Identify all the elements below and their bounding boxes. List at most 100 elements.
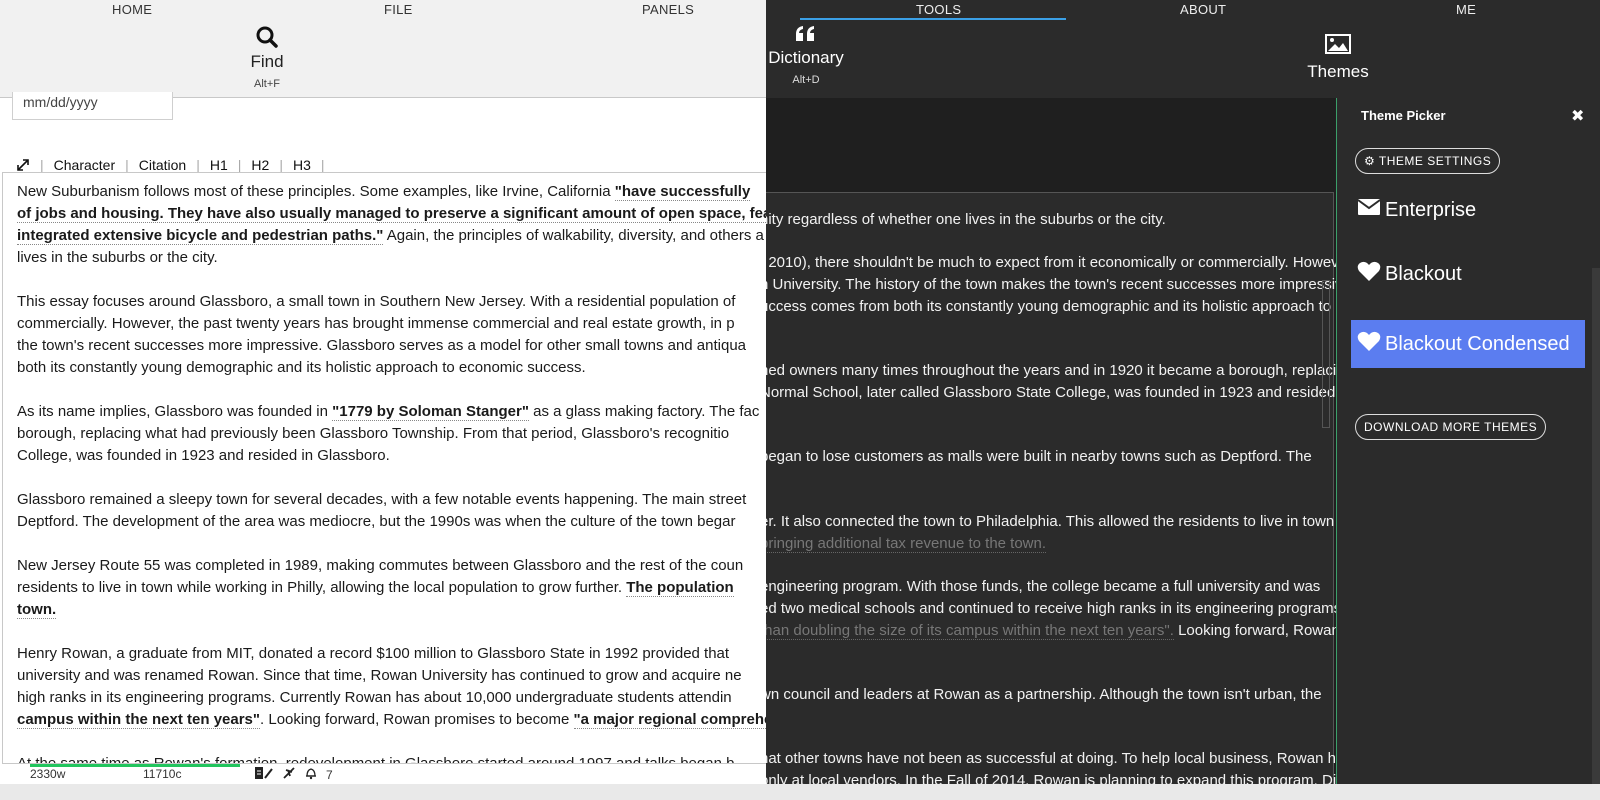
- character-button[interactable]: Character: [54, 157, 115, 173]
- quote-icon: [794, 26, 818, 48]
- body-text: Deptford. The development of the area wa…: [17, 513, 736, 530]
- h3-button[interactable]: H3: [293, 157, 311, 173]
- document-editor[interactable]: New Suburbanism follows most of these pr…: [2, 172, 766, 764]
- citation-text: "a major regional comprehe: [573, 711, 766, 729]
- status-bar: 2330w 11710c 7: [0, 764, 766, 784]
- panel-scrollbar[interactable]: [1592, 268, 1600, 800]
- document-line: hat other towns have not been as success…: [766, 750, 1336, 767]
- body-text: Normal School, later called Glassboro St…: [766, 384, 1336, 401]
- heart-icon: [1357, 260, 1385, 288]
- theme-settings-button[interactable]: ⚙ THEME SETTINGS: [1355, 148, 1501, 174]
- airplane-icon[interactable]: [282, 766, 296, 783]
- find-shortcut: Alt+F: [254, 78, 280, 90]
- body-text: n University. The history of the town ma…: [766, 276, 1336, 293]
- gear-icon: ⚙: [1364, 154, 1376, 168]
- h1-button[interactable]: H1: [210, 157, 228, 173]
- date-field[interactable]: mm/dd/yyyy: [12, 92, 173, 120]
- body-text: Glassboro remained a sleepy town for sev…: [17, 491, 747, 508]
- document-line: ned owners many times throughout the yea…: [766, 362, 1336, 379]
- body-text: As its name implies, Glassboro was found…: [17, 403, 333, 420]
- body-text: f 2010), there shouldn't be much to expe…: [766, 254, 1336, 271]
- document-edit-icon[interactable]: [254, 766, 274, 783]
- toolbar-divider: |: [320, 157, 325, 173]
- envelope-icon: [1357, 197, 1385, 223]
- body-text: . Looking forward, Rowan promises to bec…: [260, 711, 574, 728]
- tab-about[interactable]: ABOUT: [1180, 2, 1226, 17]
- heart-icon: [1357, 330, 1385, 358]
- theme-name: Enterprise: [1385, 198, 1477, 221]
- close-icon[interactable]: ✖: [1571, 106, 1584, 125]
- document-line: uccess comes from both its constantly yo…: [766, 298, 1331, 315]
- body-text: high ranks in its engineering programs. …: [17, 689, 732, 706]
- paragraph: At the same time as Rowan's formation, r…: [17, 753, 766, 764]
- word-count: 2330w: [30, 767, 66, 781]
- body-text: er. It also connected the town to Philad…: [766, 513, 1335, 530]
- citation-text: campus within the next ten years": [17, 711, 261, 729]
- notification-count: 7: [326, 767, 333, 782]
- tab-panels[interactable]: PANELS: [642, 2, 694, 17]
- themes-button[interactable]: Themes: [1303, 34, 1373, 82]
- paragraph: Glassboro remained a sleepy town for sev…: [17, 489, 766, 533]
- theme-settings-label: THEME SETTINGS: [1378, 154, 1492, 168]
- dictionary-button[interactable]: Dictionary Alt+D: [766, 24, 856, 86]
- body-text: as a glass making factory. The fac: [528, 403, 760, 420]
- theme-name: Blackout: [1385, 262, 1462, 285]
- status-icons: 7: [254, 766, 333, 783]
- document-line: than doubling the size of its campus wit…: [766, 622, 1336, 640]
- body-text: residents to live in town while working …: [17, 579, 627, 596]
- document-line: engineering program. With those funds, t…: [766, 578, 1320, 595]
- citation-text: bringing additional tax revenue to the t…: [766, 535, 1047, 553]
- light-window: HOME FILE PANELS Find Alt+F mm/dd/yyyy |…: [0, 0, 766, 800]
- body-text: ned owners many times throughout the yea…: [766, 362, 1336, 379]
- citation-text: of jobs and housing. They have also usua…: [17, 205, 766, 223]
- document-line: er. It also connected the town to Philad…: [766, 513, 1334, 530]
- body-text: New Jersey Route 55 was completed in 198…: [17, 557, 744, 574]
- search-icon: [255, 26, 279, 52]
- body-text: At the same time as Rowan's formation, r…: [17, 755, 735, 764]
- h2-button[interactable]: H2: [251, 157, 269, 173]
- tab-home[interactable]: HOME: [112, 2, 152, 17]
- body-text: borough, replacing what had previously b…: [17, 425, 730, 442]
- bell-icon[interactable]: [304, 766, 318, 783]
- body-text: Again, the principles of walkability, di…: [383, 227, 764, 244]
- body-text: Henry Rowan, a graduate from MIT, donate…: [17, 645, 730, 662]
- tab-tools[interactable]: TOOLS: [916, 2, 961, 17]
- body-text: wn council and leaders at Rowan as a par…: [766, 686, 1322, 703]
- citation-text: "have successfully: [614, 183, 751, 201]
- toolbar-divider: |: [279, 157, 283, 173]
- theme-item-blackout[interactable]: Blackout: [1351, 250, 1585, 298]
- document-line: wn council and leaders at Rowan as a par…: [766, 686, 1322, 703]
- find-button[interactable]: Find Alt+F: [236, 26, 298, 90]
- body-text: commercially. However, the past twenty y…: [17, 315, 735, 332]
- body-text: uccess comes from both its constantly yo…: [766, 298, 1332, 315]
- themes-label: Themes: [1307, 62, 1369, 81]
- image-icon: [1325, 34, 1351, 58]
- document-line: n University. The history of the town ma…: [766, 276, 1336, 293]
- body-text: nity regardless of whether one lives in …: [766, 211, 1166, 228]
- download-themes-button[interactable]: DOWNLOAD MORE THEMES: [1355, 414, 1547, 440]
- citation-text: town.: [17, 601, 57, 619]
- tab-me[interactable]: ME: [1456, 2, 1476, 17]
- dictionary-shortcut: Alt+D: [792, 74, 820, 86]
- document-line: began to lose customers as malls were bu…: [766, 448, 1312, 465]
- expand-icon[interactable]: [16, 158, 30, 172]
- document-scrollbar[interactable]: [1322, 280, 1330, 428]
- dark-document-view: nity regardless of whether one lives in …: [766, 98, 1336, 800]
- paragraph: New Suburbanism follows most of these pr…: [17, 181, 766, 269]
- body-text: This essay focuses around Glassboro, a s…: [17, 293, 736, 310]
- theme-name: Blackout Condensed: [1385, 332, 1570, 355]
- theme-item-blackout-condensed[interactable]: Blackout Condensed: [1351, 320, 1585, 368]
- document-line: ed two medical schools and continued to …: [766, 600, 1336, 617]
- body-text: New Suburbanism follows most of these pr…: [17, 183, 615, 200]
- theme-item-enterprise[interactable]: Enterprise: [1351, 186, 1585, 234]
- menu-tabs-dark: TOOLS ABOUT ME: [766, 0, 1600, 20]
- citation-button[interactable]: Citation: [139, 157, 186, 173]
- find-label: Find: [250, 52, 284, 71]
- tab-file[interactable]: FILE: [384, 2, 413, 17]
- citation-text: "1779 by Soloman Stanger": [332, 403, 529, 421]
- dark-document-page[interactable]: nity regardless of whether one lives in …: [766, 192, 1336, 800]
- citation-text: integrated extensive bicycle and pedestr…: [17, 227, 384, 245]
- body-text: ed two medical schools and continued to …: [766, 600, 1336, 617]
- citation-text: than doubling the size of its campus wit…: [766, 622, 1174, 640]
- toolbar-divider: |: [237, 157, 242, 173]
